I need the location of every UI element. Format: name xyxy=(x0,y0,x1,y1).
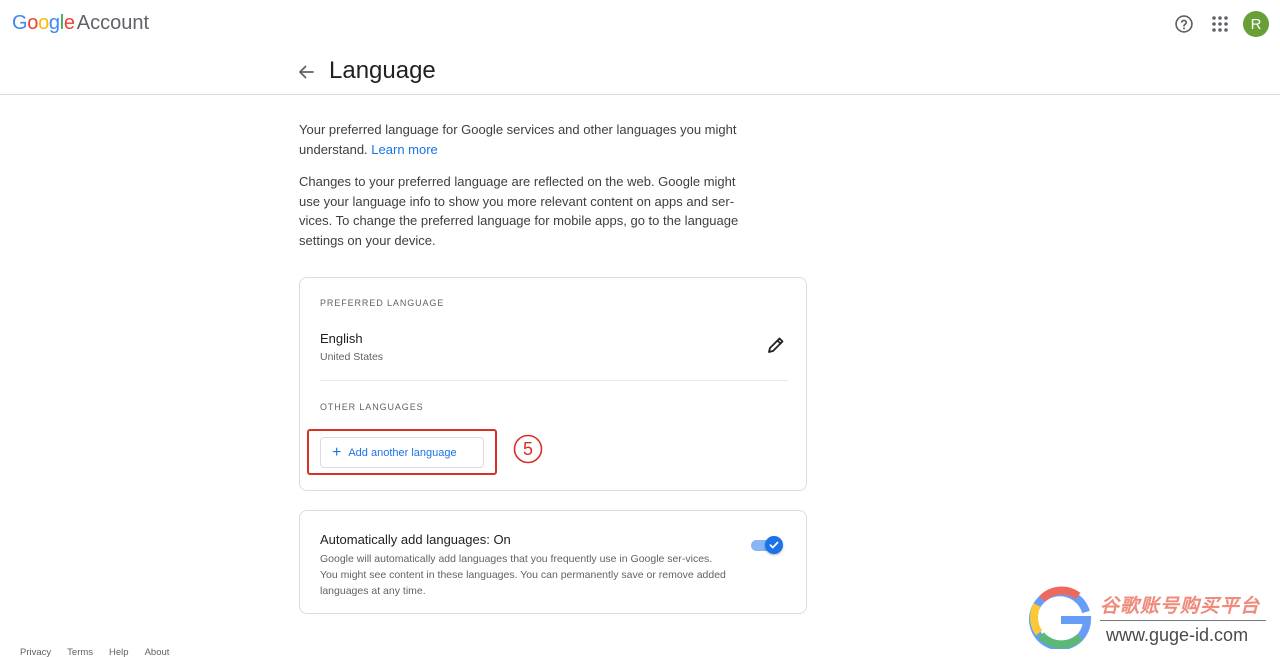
pencil-icon[interactable] xyxy=(766,335,786,355)
step-number-marker: 5 xyxy=(513,434,543,464)
logo-letter: g xyxy=(48,12,60,34)
preferred-language-name: English xyxy=(320,331,363,346)
page-header: Language xyxy=(0,48,1280,95)
other-languages-label: OTHER LANGUAGES xyxy=(320,402,424,412)
help-circle-icon[interactable] xyxy=(1171,11,1197,37)
plus-icon: + xyxy=(332,443,342,461)
intro-paragraph-2: Changes to your preferred language are r… xyxy=(299,174,739,248)
logo-letter: e xyxy=(63,12,75,34)
logo-letter: G xyxy=(12,12,28,34)
logo-account-text: Account xyxy=(76,12,149,34)
footer-link-about[interactable]: About xyxy=(145,647,170,657)
page-title: Language xyxy=(329,57,436,84)
watermark-google-logo xyxy=(1029,586,1092,649)
footer-link-help[interactable]: Help xyxy=(109,647,129,657)
watermark-url: www.guge-id.com xyxy=(1106,625,1249,645)
learn-more-link[interactable]: Learn more xyxy=(371,142,437,157)
footer: Privacy Terms Help About xyxy=(20,647,185,657)
avatar[interactable]: R xyxy=(1243,11,1269,37)
auto-add-toggle[interactable] xyxy=(751,535,783,555)
apps-grid-icon[interactable] xyxy=(1207,11,1233,37)
logo-letter: o xyxy=(38,12,49,34)
watermark-divider xyxy=(1100,620,1266,621)
add-language-label: Add another language xyxy=(348,446,457,459)
auto-add-title: Automatically add languages: On xyxy=(320,532,511,547)
auto-add-languages-card: Automatically add languages: On Google w… xyxy=(299,510,807,614)
preferred-language-label: PREFERRED LANGUAGE xyxy=(320,298,445,308)
preferred-language-region: United States xyxy=(320,351,384,363)
intro-paragraph: Your preferred language for Google servi… xyxy=(299,120,749,159)
intro-text: Your preferred language for Google servi… xyxy=(299,122,737,157)
footer-link-privacy[interactable]: Privacy xyxy=(20,647,51,657)
languages-card: PREFERRED LANGUAGE English United States… xyxy=(299,277,807,491)
arrow-back-icon[interactable] xyxy=(296,62,316,82)
top-bar: Google Account R xyxy=(0,0,1280,48)
step-number: 5 xyxy=(523,439,533,459)
logo-letter: o xyxy=(27,12,39,34)
add-another-language-button[interactable]: + Add another language xyxy=(320,437,484,468)
auto-add-description: Google will automatically add languages … xyxy=(320,553,726,597)
footer-link-terms[interactable]: Terms xyxy=(67,647,93,657)
watermark-cn-text: 谷歌账号购买平台 xyxy=(1100,596,1261,617)
check-icon xyxy=(765,536,783,554)
google-account-logo[interactable]: Google Account xyxy=(12,12,149,35)
divider xyxy=(320,380,788,381)
